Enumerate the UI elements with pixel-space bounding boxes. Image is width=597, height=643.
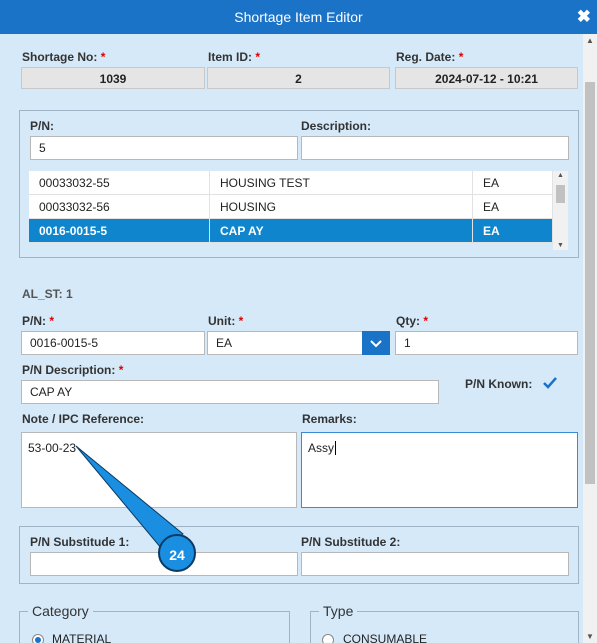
item-id-label: Item ID: * — [208, 50, 261, 64]
reg-date-field: 2024-07-12 - 10:21 — [395, 67, 578, 89]
main-scrollbar[interactable]: ▲ ▼ — [583, 34, 597, 643]
reg-date-label: Reg. Date: * — [396, 50, 464, 64]
substitute2-input[interactable] — [301, 552, 569, 576]
result-unit: EA — [472, 218, 553, 243]
qty-label: Qty: * — [396, 314, 429, 328]
title-bar: Shortage Item Editor ✖ — [0, 0, 597, 34]
unit-label: Unit: * — [208, 314, 244, 328]
editor-form: Shortage No: * 1039 Item ID: * 2 Reg. Da… — [0, 34, 583, 643]
search-pn-label: P/N: — [30, 119, 54, 133]
pn-results-list: 00033032-55 HOUSING TEST EA 00033032-56 … — [29, 171, 553, 243]
search-description-label: Description: — [301, 119, 372, 133]
pn-known-label: P/N Known: — [465, 377, 533, 391]
result-pn: 0016-0015-5 — [29, 218, 210, 243]
shortage-no-field: 1039 — [21, 67, 205, 89]
result-description: CAP AY — [209, 218, 473, 243]
pn-known-checkbox[interactable] — [542, 375, 558, 391]
callout-badge: 24 — [158, 534, 196, 572]
substitute2-label: P/N Substitude 2: — [301, 535, 401, 549]
list-item[interactable]: 00033032-56 HOUSING EA — [29, 194, 553, 219]
results-scroll-thumb[interactable] — [556, 185, 565, 203]
main-scroll-thumb[interactable] — [585, 82, 595, 484]
item-id-field: 2 — [207, 67, 390, 89]
search-pn-input[interactable]: 5 — [30, 136, 298, 160]
list-item[interactable]: 00033032-55 HOUSING TEST EA — [29, 171, 553, 195]
category-legend: Category — [32, 603, 89, 619]
category-material-label: MATERIAL — [52, 632, 112, 643]
remarks-label: Remarks: — [302, 412, 357, 426]
unit-select[interactable]: EA — [207, 331, 363, 355]
category-material-radio[interactable] — [32, 634, 44, 643]
result-pn: 00033032-55 — [29, 171, 210, 195]
type-consumable-label: CONSUMABLE — [343, 632, 428, 643]
section-label: AL_ST: 1 — [22, 287, 73, 301]
scroll-down-icon[interactable]: ▼ — [553, 242, 568, 249]
search-description-input[interactable] — [301, 136, 569, 160]
result-description: HOUSING TEST — [209, 171, 473, 195]
shortage-no-label: Shortage No: * — [22, 50, 106, 64]
pn-input[interactable]: 0016-0015-5 — [21, 331, 205, 355]
result-unit: EA — [472, 194, 553, 219]
result-description: HOUSING — [209, 194, 473, 219]
main-scroll-down-icon[interactable]: ▼ — [583, 632, 597, 641]
pn-label: P/N: * — [22, 314, 55, 328]
pn-description-label: P/N Description: * — [22, 363, 124, 377]
note-textarea[interactable]: 53-00-23 — [21, 432, 297, 508]
result-unit: EA — [472, 171, 553, 195]
note-label: Note / IPC Reference: — [22, 412, 145, 426]
substitute1-label: P/N Substitude 1: — [30, 535, 130, 549]
result-pn: 00033032-56 — [29, 194, 210, 219]
list-item-selected[interactable]: 0016-0015-5 CAP AY EA — [29, 218, 553, 243]
qty-input[interactable]: 1 — [395, 331, 578, 355]
window-title: Shortage Item Editor — [234, 9, 363, 25]
chevron-down-icon[interactable] — [362, 331, 390, 355]
pn-description-input[interactable]: CAP AY — [21, 380, 439, 404]
close-icon[interactable]: ✖ — [577, 0, 591, 34]
type-consumable-radio[interactable] — [322, 634, 334, 643]
scroll-up-icon[interactable]: ▲ — [553, 172, 568, 179]
results-scrollbar[interactable]: ▲ ▼ — [553, 171, 568, 250]
remarks-textarea[interactable]: Assy — [301, 432, 578, 508]
main-scroll-up-icon[interactable]: ▲ — [583, 36, 597, 45]
type-legend: Type — [323, 603, 354, 619]
